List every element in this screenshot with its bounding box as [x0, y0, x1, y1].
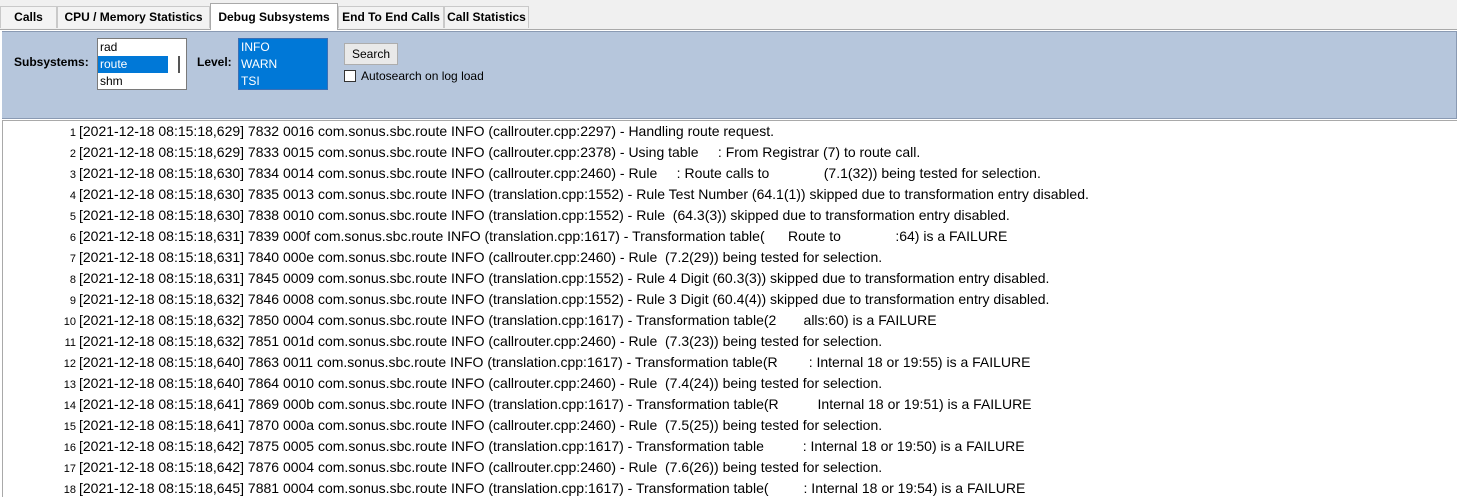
- log-line-number: 15: [63, 421, 76, 433]
- subsystem-option[interactable]: shm: [98, 73, 170, 89]
- log-line-text: [2021-12-18 08:15:18,632] 7850 0004 com.…: [79, 312, 937, 328]
- subsystem-option-selected[interactable]: route: [98, 56, 168, 73]
- log-line-number: 13: [63, 379, 76, 391]
- log-line-number: 6: [69, 232, 76, 244]
- level-option-warn[interactable]: WARN: [239, 56, 327, 73]
- log-line-text: [2021-12-18 08:15:18,631] 7845 0009 com.…: [79, 270, 1050, 286]
- log-line-text: [2021-12-18 08:15:18,631] 7840 000e com.…: [79, 249, 883, 265]
- tab-call-statistics[interactable]: Call Statistics: [444, 6, 529, 28]
- log-line-number: 16: [63, 442, 76, 454]
- log-line-number: 8: [69, 274, 76, 286]
- log-line-number: 12: [63, 358, 76, 370]
- log-line-number: 9: [69, 295, 76, 307]
- log-line-number: 3: [69, 169, 76, 181]
- log-line-number: 10: [63, 316, 76, 328]
- log-line-text: [2021-12-18 08:15:18,632] 7846 0008 com.…: [79, 291, 1050, 307]
- log-line-number: 4: [69, 190, 76, 202]
- tab-calls[interactable]: Calls: [0, 6, 57, 28]
- log-line-text: [2021-12-18 08:15:18,629] 7832 0016 com.…: [79, 123, 774, 139]
- log-line-number: 5: [69, 211, 76, 223]
- subsystem-option[interactable]: rad: [98, 39, 170, 56]
- autosearch-checkbox[interactable]: [344, 70, 356, 82]
- log-line-text: [2021-12-18 08:15:18,641] 7869 000b com.…: [79, 396, 1032, 412]
- log-line-number: 17: [63, 463, 76, 475]
- listbox-scrollbar-thumb[interactable]: [178, 56, 180, 73]
- log-line-number: 1: [69, 127, 76, 139]
- log-line-text: [2021-12-18 08:15:18,632] 7851 001d com.…: [79, 333, 883, 349]
- log-line-text: [2021-12-18 08:15:18,642] 7875 0005 com.…: [79, 438, 1025, 454]
- log-line-text: [2021-12-18 08:15:18,640] 7864 0010 com.…: [79, 375, 883, 391]
- log-line-text: [2021-12-18 08:15:18,629] 7833 0015 com.…: [79, 144, 921, 160]
- log-line-number: 2: [69, 148, 76, 160]
- log-line-text: [2021-12-18 08:15:18,640] 7863 0011 com.…: [79, 354, 1031, 370]
- level-option-tsi[interactable]: TSI: [239, 73, 327, 89]
- log-line-text: [2021-12-18 08:15:18,630] 7834 0014 com.…: [79, 165, 1041, 181]
- log-line-number: 7: [69, 253, 76, 265]
- log-line-text: [2021-12-18 08:15:18,630] 7838 0010 com.…: [79, 207, 1010, 223]
- level-label: Level:: [197, 55, 232, 69]
- log-line-number: 11: [64, 337, 76, 349]
- search-button[interactable]: Search: [344, 43, 398, 65]
- filter-panel: Subsystems: rad route shm Level: INFO WA…: [2, 31, 1457, 119]
- tab-end-to-end-calls[interactable]: End To End Calls: [338, 6, 444, 28]
- log-line-text: [2021-12-18 08:15:18,645] 7881 0004 com.…: [79, 480, 1026, 496]
- tab-bar: Calls CPU / Memory Statistics Debug Subs…: [0, 0, 1457, 30]
- subsystems-label: Subsystems:: [14, 55, 89, 69]
- tab-debug-subsystems[interactable]: Debug Subsystems: [210, 3, 338, 30]
- log-line-number: 18: [63, 484, 76, 496]
- log-line-text: [2021-12-18 08:15:18,630] 7835 0013 com.…: [79, 186, 1089, 202]
- log-line-text: [2021-12-18 08:15:18,631] 7839 000f com.…: [79, 228, 1008, 244]
- level-option-info[interactable]: INFO: [239, 39, 327, 56]
- log-line-text: [2021-12-18 08:15:18,642] 7876 0004 com.…: [79, 459, 883, 475]
- log-output[interactable]: 1 [2021-12-18 08:15:18,629] 7832 0016 com…: [2, 120, 1457, 497]
- log-line-number: 14: [63, 400, 76, 412]
- autosearch-label: Autosearch on log load: [361, 69, 484, 83]
- log-line-text: [2021-12-18 08:15:18,641] 7870 000a com.…: [79, 417, 883, 433]
- level-listbox[interactable]: INFO WARN TSI: [238, 38, 328, 90]
- tab-cpu-memory-statistics[interactable]: CPU / Memory Statistics: [57, 6, 210, 28]
- subsystems-listbox[interactable]: rad route shm: [97, 38, 187, 90]
